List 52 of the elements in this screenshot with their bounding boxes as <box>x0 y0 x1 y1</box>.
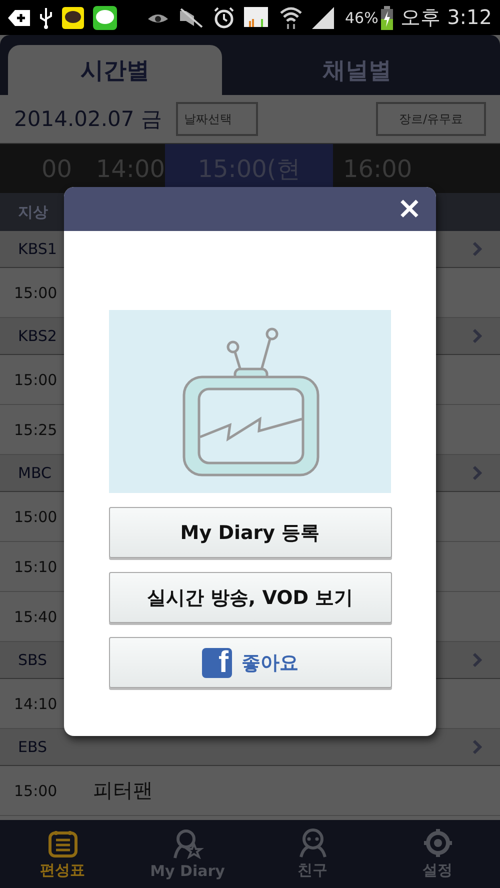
date-select-button[interactable]: 날짜선택 <box>176 102 258 136</box>
mute-icon <box>178 8 204 28</box>
program-title: 피터팬 <box>93 777 153 804</box>
chat-app-icon <box>62 6 84 28</box>
nav-tab[interactable]: 친구 <box>250 820 375 888</box>
wifi-icon <box>279 6 303 30</box>
program-time: 15:00 <box>13 284 58 302</box>
program-time: 15:00 <box>13 508 58 526</box>
genre-filter-button[interactable]: 장르/유무료 <box>376 102 486 136</box>
chevron-right-icon <box>472 739 482 755</box>
nav-tab[interactable]: My Diary <box>125 820 250 888</box>
program-time: 14:10 <box>13 694 58 712</box>
schedule-icon <box>48 828 78 858</box>
program-time: 15:25 <box>13 420 58 438</box>
channel-name: KBS1 <box>18 240 57 258</box>
program-time: 15:10 <box>13 558 58 576</box>
tv-icon <box>180 326 320 476</box>
chevron-right-icon <box>472 652 482 668</box>
channel-name: MBC <box>18 464 52 482</box>
tab[interactable]: 채널별 <box>222 45 492 95</box>
alarm-icon <box>213 6 235 28</box>
nav-tab[interactable]: 설정 <box>375 820 500 888</box>
usb-icon <box>39 6 53 28</box>
channel-name: KBS2 <box>18 327 57 345</box>
image-icon <box>244 6 270 28</box>
program-time: 15:00 <box>13 370 58 388</box>
chevron-right-icon <box>472 241 482 257</box>
channel-name: SBS <box>18 651 48 669</box>
notification-icon <box>8 8 30 26</box>
tab[interactable]: 시간별 <box>8 45 222 95</box>
battery-percent: 46% <box>345 8 378 26</box>
dialog-button[interactable]: My Diary 등록 <box>108 507 392 558</box>
person-icon <box>298 828 326 858</box>
battery-charging-icon <box>381 6 394 30</box>
category-label: 지상 <box>18 202 48 222</box>
nav-tab[interactable]: 편성표 <box>0 820 125 888</box>
like-button[interactable]: f 좋아요 <box>108 637 392 688</box>
facebook-icon: f <box>202 648 232 678</box>
messenger-app-icon <box>93 6 117 30</box>
signal-icon <box>312 6 336 28</box>
chevron-right-icon <box>472 328 482 344</box>
person-star-icon <box>172 828 204 858</box>
close-button[interactable]: × <box>396 194 422 224</box>
chevron-right-icon <box>472 465 482 481</box>
program-time: 15:00 <box>13 782 58 800</box>
date-label: 2014.02.07 금 <box>14 106 162 133</box>
program-row[interactable]: 15:00 피터팬 <box>0 766 500 816</box>
clock: 오후 3:12 <box>400 4 492 31</box>
program-time: 15:40 <box>13 608 58 626</box>
dialog-button[interactable]: 실시간 방송, VOD 보기 <box>108 572 392 623</box>
channel-name: EBS <box>18 738 48 756</box>
settings-icon <box>422 828 454 858</box>
